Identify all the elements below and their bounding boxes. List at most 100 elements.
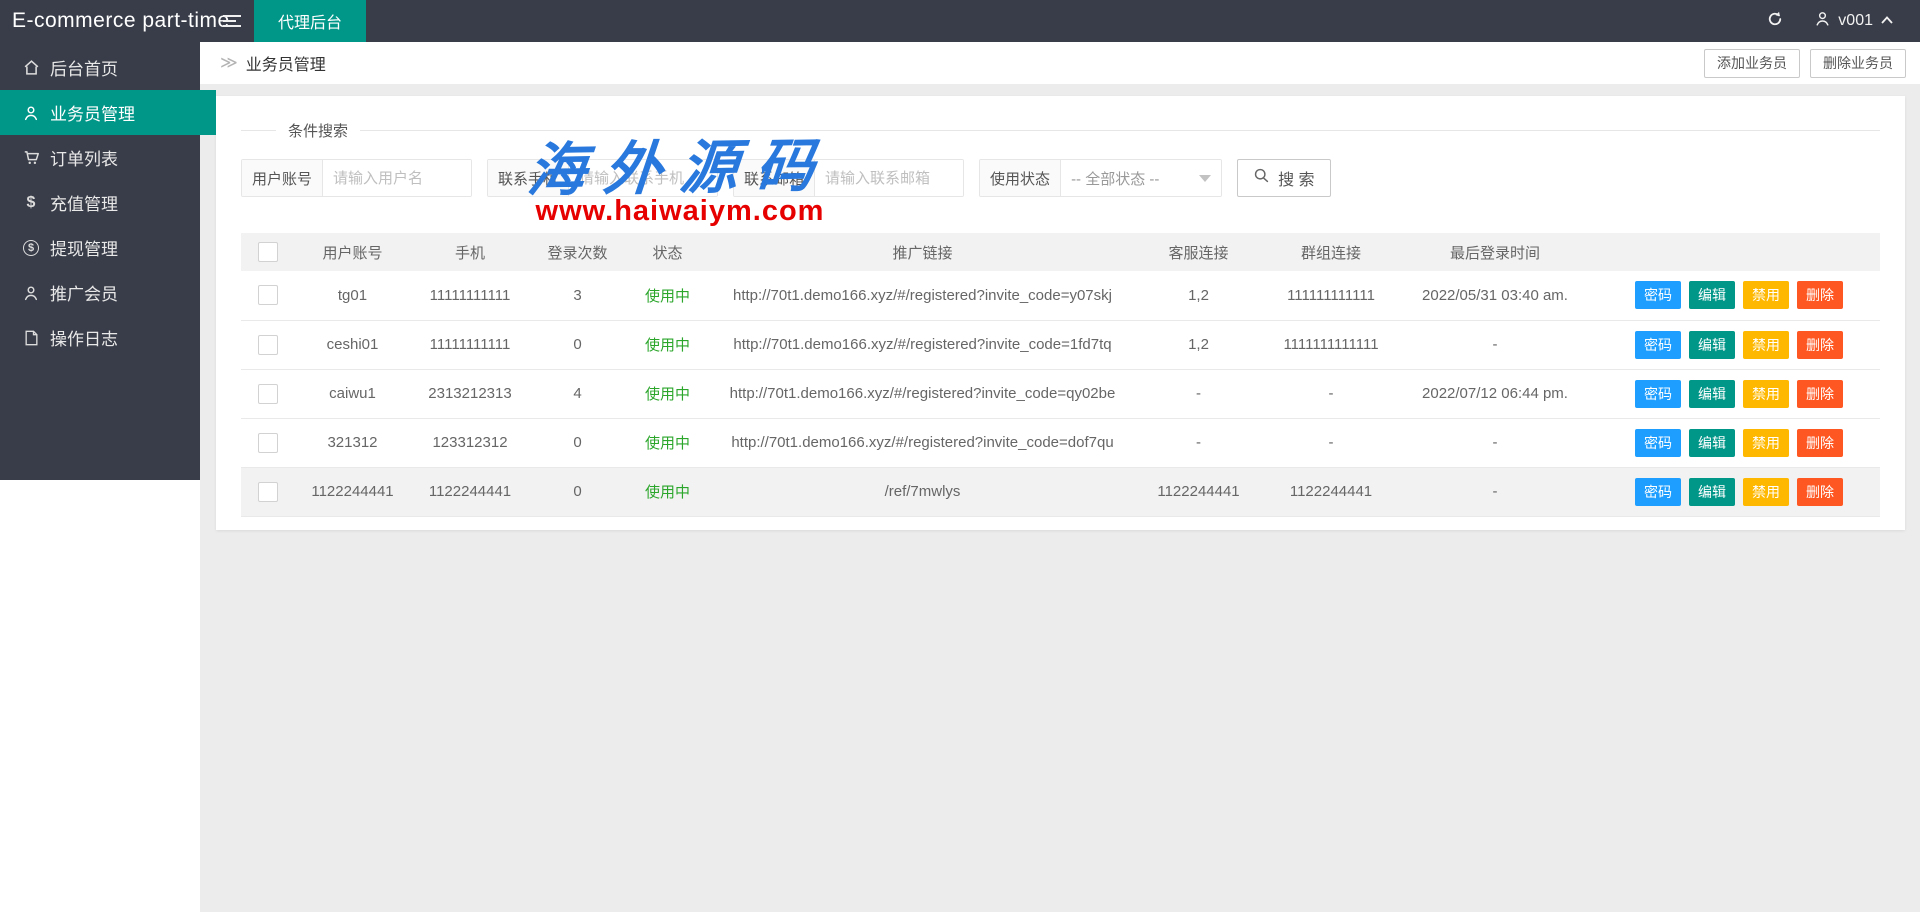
column-header: 最后登录时间	[1400, 233, 1590, 271]
cell-account: 321312	[295, 418, 410, 468]
sidebar-menu: 后台首页业务员管理 订单列表 $ 充值管理 $ 提现管理推广会员操作日志	[0, 42, 216, 360]
app-logo: E-commerce part-time	[12, 9, 230, 32]
hamburger-menu-icon[interactable]	[210, 0, 254, 42]
column-header: 客服连接	[1135, 233, 1262, 271]
cell-group-link: -	[1262, 369, 1400, 419]
column-header: 登录次数	[530, 233, 625, 271]
column-header: 推广链接	[710, 233, 1135, 271]
password-button[interactable]: 密码	[1635, 379, 1681, 408]
cell-group-link: 1111111111111	[1262, 320, 1400, 370]
cell-actions: 密码 编辑 禁用 删除	[1590, 320, 1880, 370]
edit-button[interactable]: 编辑	[1689, 428, 1735, 457]
sidebar-item-label: 后台首页	[50, 60, 118, 79]
home-icon	[22, 59, 40, 76]
sidebar-item-label: 提现管理	[50, 240, 118, 259]
user-menu[interactable]: v001	[1814, 10, 1894, 32]
search-field-input-2[interactable]	[815, 160, 964, 196]
cell-status: 使用中	[625, 369, 710, 419]
edit-button[interactable]: 编辑	[1689, 281, 1735, 310]
refresh-icon	[1766, 10, 1784, 33]
edit-button[interactable]: 编辑	[1689, 379, 1735, 408]
sidebar-item-4[interactable]: $ 提现管理	[0, 225, 200, 270]
cell-login-count: 0	[530, 418, 625, 468]
cell-last-login: -	[1400, 320, 1590, 370]
cell-promo-link: http://70t1.demo166.xyz/#/registered?inv…	[710, 418, 1135, 468]
header-checkbox-cell	[241, 233, 295, 271]
disable-button[interactable]: 禁用	[1743, 379, 1789, 408]
table-row: caiwu1 2313212313 4 使用中 http://70t1.demo166.…	[241, 369, 1880, 419]
cell-service-link: -	[1135, 369, 1262, 419]
delete-button[interactable]: 删除	[1797, 428, 1843, 457]
disable-button[interactable]: 禁用	[1743, 477, 1789, 506]
password-button[interactable]: 密码	[1635, 281, 1681, 310]
sidebar-item-6[interactable]: 操作日志	[0, 315, 200, 360]
password-button[interactable]: 密码	[1635, 428, 1681, 457]
cell-status: 使用中	[625, 320, 710, 370]
status-select-label: 使用状态	[980, 160, 1062, 196]
table-row: tg01 11111111111 3 使用中 http://70t1.demo166.x…	[241, 271, 1880, 321]
search-icon	[1253, 167, 1270, 189]
password-button[interactable]: 密码	[1635, 330, 1681, 359]
disable-button[interactable]: 禁用	[1743, 428, 1789, 457]
tab-agent-backend[interactable]: 代理后台	[254, 0, 367, 42]
search-field-group-0: 用户账号	[241, 159, 473, 197]
row-checkbox[interactable]	[258, 432, 278, 453]
cell-login-count: 3	[530, 271, 625, 321]
sidebar-item-label: 充值管理	[50, 195, 118, 214]
cell-promo-link: http://70t1.demo166.xyz/#/registered?inv…	[710, 271, 1135, 321]
search-field-group-2: 联系邮箱	[733, 159, 965, 197]
row-checkbox[interactable]	[258, 285, 278, 306]
row-checkbox[interactable]	[258, 383, 278, 404]
cell-phone: 11111111111	[410, 320, 530, 370]
search-button[interactable]: 搜 索	[1237, 159, 1331, 197]
cell-group-link: 111111111111	[1262, 271, 1400, 321]
cell-promo-link: http://70t1.demo166.xyz/#/registered?inv…	[710, 369, 1135, 419]
status-select[interactable]: -- 全部状态 --	[1061, 160, 1222, 196]
sidebar: 后台首页业务员管理 订单列表 $ 充值管理 $ 提现管理推广会员操作日志	[0, 42, 216, 912]
status-select-group: 使用状态 -- 全部状态 --	[979, 159, 1223, 197]
delete-button[interactable]: 删除	[1797, 281, 1843, 310]
row-checkbox[interactable]	[258, 334, 278, 355]
disable-button[interactable]: 禁用	[1743, 281, 1789, 310]
select-all-checkbox[interactable]	[258, 242, 278, 262]
sidebar-item-1[interactable]: 业务员管理	[0, 90, 216, 135]
password-button[interactable]: 密码	[1635, 477, 1681, 506]
delete-button[interactable]: 删除	[1797, 477, 1843, 506]
table-body: tg01 11111111111 3 使用中 http://70t1.demo166.x…	[241, 271, 1880, 517]
sidebar-item-2[interactable]: 订单列表	[0, 135, 200, 180]
cell-phone: 1122244441	[410, 467, 530, 517]
row-checkbox[interactable]	[258, 481, 278, 502]
sidebar-item-0[interactable]: 后台首页	[0, 45, 200, 90]
refresh-button[interactable]	[1766, 10, 1784, 33]
cell-login-count: 0	[530, 320, 625, 370]
cell-actions: 密码 编辑 禁用 删除	[1590, 271, 1880, 321]
column-header: 状态	[625, 233, 710, 271]
search-field-input-1[interactable]	[569, 160, 718, 196]
cell-service-link: 1,2	[1135, 271, 1262, 321]
cell-status: 使用中	[625, 418, 710, 468]
edit-button[interactable]: 编辑	[1689, 330, 1735, 359]
cell-last-login: 2022/05/31 03:40 am.	[1400, 271, 1590, 321]
search-field-input-0[interactable]	[323, 160, 472, 196]
delete-button[interactable]: 删除	[1797, 330, 1843, 359]
add-salesman-button[interactable]: 添加业务员	[1704, 48, 1800, 78]
sidebar-item-3[interactable]: $ 充值管理	[0, 180, 200, 225]
delete-salesman-button[interactable]: 删除业务员	[1810, 48, 1906, 78]
salesman-table: 用户账号 手机 登录次数 状态 推广链接 客服连接 群组连接 最后登录时间 tg01 11111…	[241, 233, 1880, 517]
dollar-icon: $	[26, 193, 36, 211]
delete-button[interactable]: 删除	[1797, 379, 1843, 408]
cell-last-login: 2022/07/12 06:44 pm.	[1400, 369, 1590, 419]
search-fieldset-legend: 条件搜索	[276, 120, 361, 141]
edit-button[interactable]: 编辑	[1689, 477, 1735, 506]
cell-promo-link: http://70t1.demo166.xyz/#/registered?inv…	[710, 320, 1135, 370]
sidebar-item-label: 操作日志	[50, 330, 118, 349]
search-button-label: 搜 索	[1278, 172, 1315, 189]
sidebar-item-5[interactable]: 推广会员	[0, 270, 200, 315]
cell-last-login: -	[1400, 418, 1590, 468]
cell-login-count: 0	[530, 467, 625, 517]
column-header-actions	[1590, 233, 1880, 271]
dollar-circle-icon: $	[22, 239, 40, 256]
breadcrumb-chevrons-icon: ≫	[220, 53, 238, 72]
user-icon	[1814, 10, 1831, 32]
disable-button[interactable]: 禁用	[1743, 330, 1789, 359]
